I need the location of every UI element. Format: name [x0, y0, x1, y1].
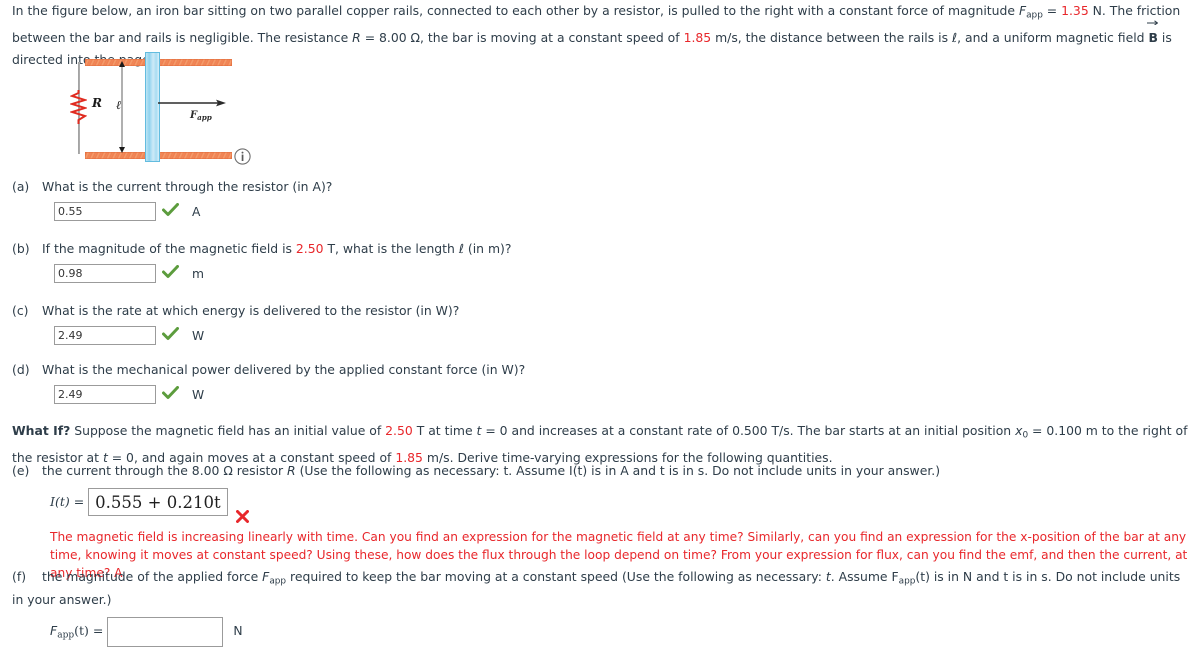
- resistance-value: = 8.00 Ω: [360, 29, 421, 45]
- intro-text-4: m/s, the distance between the rails is: [711, 29, 952, 45]
- question-e-text-post: (Use the following as necessary: t. Assu…: [295, 463, 941, 478]
- force-symbol: F: [1018, 3, 1027, 18]
- incorrect-x-icon-e: [235, 510, 249, 526]
- question-d-prompt: (d) What is the mechanical power delivere…: [12, 361, 1192, 379]
- question-b-text-pre: If the magnitude of the magnetic field i…: [42, 241, 296, 256]
- what-if-text-2: T at time: [412, 423, 477, 438]
- correct-check-icon-b: [162, 265, 184, 282]
- question-a: (a) What is the current through the resis…: [12, 178, 1192, 221]
- question-a-tag: (a): [12, 179, 30, 194]
- question-b-answer-row: 0.98 m: [54, 264, 1192, 283]
- answer-input-d[interactable]: 2.49: [54, 385, 156, 404]
- answer-input-a[interactable]: 0.55: [54, 202, 156, 221]
- answer-input-b[interactable]: 0.98: [54, 264, 156, 283]
- unit-c: W: [192, 328, 205, 343]
- intro-text-5: , and a uniform magnetic field: [957, 29, 1149, 45]
- question-f-answer-row: Fapp(t) = N: [50, 616, 1192, 647]
- resistor-icon: [70, 90, 87, 124]
- question-b-prompt: (b) If the magnitude of the magnetic fiel…: [12, 240, 1192, 258]
- what-if-label: What If?: [12, 423, 71, 438]
- question-f-lhs-subscript: app: [57, 630, 75, 641]
- force-symbol-subscript: app: [1026, 10, 1043, 21]
- question-b-tag: (b): [12, 241, 30, 256]
- question-c: (c) What is the rate at which energy is d…: [12, 302, 1192, 345]
- vector-arrow-icon: [1147, 20, 1159, 25]
- question-f-force-subscript-2: app: [898, 576, 916, 587]
- physics-figure: R ℓ Fapp: [0, 48, 300, 173]
- intro-text-3: , the bar is moving at a constant speed …: [420, 29, 684, 45]
- question-f-text-post: . Assume F: [830, 569, 899, 584]
- question-d-text: What is the mechanical power delivered b…: [42, 362, 526, 377]
- what-if-text-3: = 0 and increases at a constant rate of …: [481, 423, 1016, 438]
- what-if-field-initial: 2.50: [385, 423, 413, 438]
- unit-d: W: [192, 387, 205, 402]
- what-if-paragraph: What If? Suppose the magnetic field has …: [12, 420, 1196, 468]
- question-e: (e) the current through the 8.00 Ω resist…: [12, 462, 1192, 582]
- resistance-symbol: R: [352, 29, 361, 45]
- question-e-resistor-symbol: R: [287, 463, 296, 478]
- problem-page: In the figure below, an iron bar sitting…: [0, 0, 1200, 647]
- unit-a: A: [192, 204, 201, 219]
- applied-force-label: Fapp: [190, 110, 212, 122]
- question-d-tag: (d): [12, 362, 30, 377]
- what-if-text-1: Suppose the magnetic field has an initia…: [70, 423, 386, 438]
- answer-input-f[interactable]: [107, 616, 224, 647]
- question-f-tag: (f): [12, 569, 27, 584]
- question-c-tag: (c): [12, 303, 29, 318]
- question-c-text: What is the rate at which energy is deli…: [42, 303, 460, 318]
- length-label: ℓ: [116, 98, 121, 112]
- answer-input-c[interactable]: 2.49: [54, 326, 156, 345]
- question-b-highlight: 2.50: [295, 241, 324, 256]
- question-f-text-mid: required to keep the bar moving at a con…: [286, 569, 826, 584]
- answer-input-e[interactable]: 0.555 + 0.210t: [88, 488, 228, 516]
- field-letter: B: [1148, 29, 1158, 45]
- question-f-force-subscript: app: [269, 576, 287, 587]
- resistor-label: R: [92, 96, 102, 110]
- question-f: (f) the magnitude of the applied force Fa…: [12, 568, 1192, 647]
- fapp-subscript: app: [197, 113, 212, 123]
- unit-f: N: [233, 623, 243, 638]
- question-c-answer-row: 2.49 W: [54, 326, 1192, 345]
- correct-check-icon-a: [162, 203, 184, 220]
- question-e-text-pre: the current through the 8.00 Ω resistor: [42, 463, 288, 478]
- correct-check-icon-c: [162, 327, 184, 344]
- question-e-answer-row: I(t) = 0.555 + 0.210t: [50, 488, 1192, 526]
- question-d-answer-row: 2.49 W: [54, 385, 1192, 404]
- applied-force-arrow: [158, 99, 226, 107]
- equals-sign-1: =: [1042, 3, 1062, 18]
- magnetic-field-vector-symbol: B: [1147, 20, 1159, 49]
- question-d: (d) What is the mechanical power delivere…: [12, 361, 1192, 404]
- intro-text-1: In the figure below, an iron bar sitting…: [12, 3, 1019, 18]
- question-e-tag: (e): [12, 463, 30, 478]
- question-c-prompt: (c) What is the rate at which energy is d…: [12, 302, 1192, 320]
- question-f-lhs-symbol: F: [50, 622, 58, 638]
- question-f-text-pre: the magnitude of the applied force: [42, 569, 263, 584]
- question-a-text: What is the current through the resistor…: [42, 179, 333, 194]
- speed-value: 1.85: [683, 29, 712, 45]
- question-a-answer-row: 0.55 A: [54, 202, 1192, 221]
- unit-b: m: [192, 266, 204, 281]
- question-f-lhs-rest: (t) =: [74, 622, 104, 638]
- question-b: (b) If the magnitude of the magnetic fiel…: [12, 240, 1192, 283]
- question-e-lhs: I(t) =: [50, 494, 85, 509]
- question-b-text-post: T, what is the length ℓ (in m)?: [323, 241, 512, 256]
- correct-check-icon-d: [162, 386, 184, 403]
- question-a-prompt: (a) What is the current through the resis…: [12, 178, 1192, 196]
- info-icon[interactable]: [234, 148, 251, 165]
- question-f-prompt: (f) the magnitude of the applied force Fa…: [12, 568, 1192, 609]
- question-e-prompt: (e) the current through the 8.00 Ω resist…: [12, 462, 1192, 480]
- question-f-lhs: Fapp(t) =: [50, 617, 103, 641]
- force-value: 1.35: [1061, 3, 1089, 18]
